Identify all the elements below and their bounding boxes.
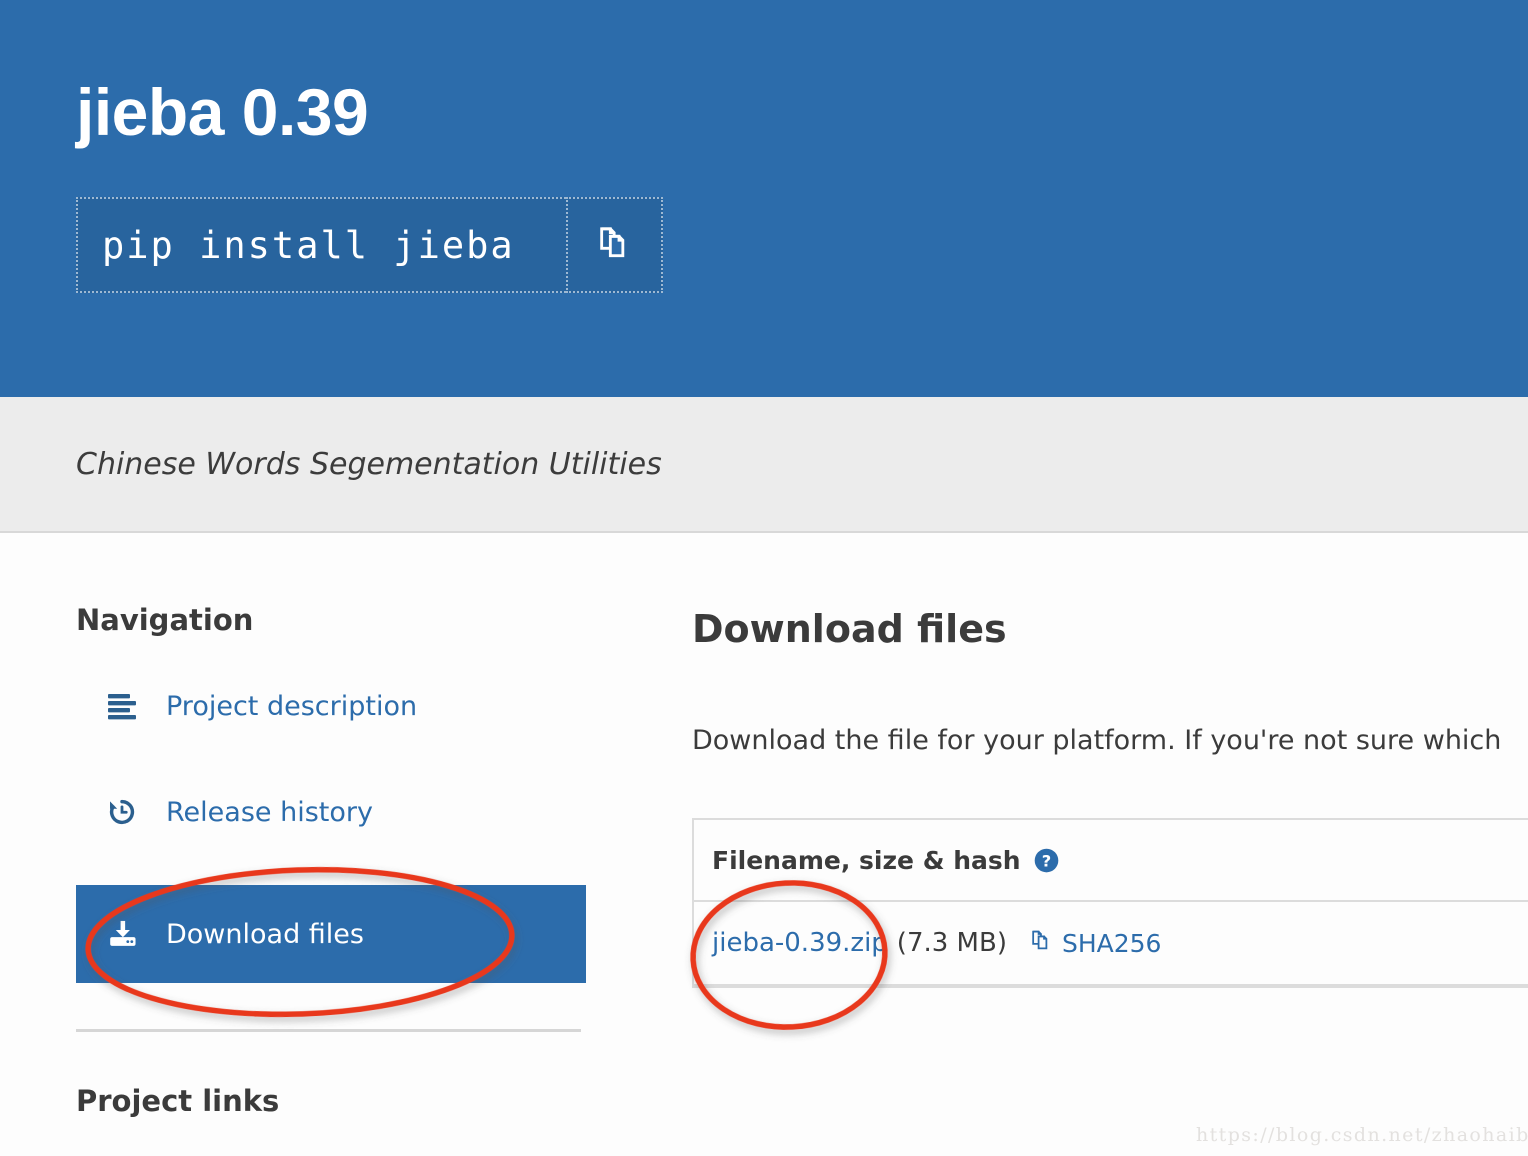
question-circle-icon[interactable]: ? xyxy=(1033,847,1060,874)
download-files-table: Filename, size & hash ? jieba-0.39.zip (… xyxy=(692,818,1528,988)
download-files-section: Download files Download the file for you… xyxy=(692,535,1528,988)
svg-text:?: ? xyxy=(1041,851,1050,870)
install-command-widget: pip install jieba xyxy=(76,197,663,293)
sidebar-item-download-files[interactable]: Download files xyxy=(76,885,586,983)
section-title: Download files xyxy=(692,607,1528,651)
text-lines-icon xyxy=(106,692,146,720)
copy-icon xyxy=(595,223,635,268)
project-summary-bar: Chinese Words Segementation Utilities xyxy=(0,397,1528,533)
sidebar-item-project-description[interactable]: Project description xyxy=(76,673,586,739)
navigation-heading: Navigation xyxy=(76,603,586,637)
file-download-link[interactable]: jieba-0.39.zip xyxy=(712,928,888,958)
page-title: jieba 0.39 xyxy=(76,76,368,149)
sidebar-item-release-history[interactable]: Release history xyxy=(76,779,586,845)
download-tray-icon xyxy=(106,918,146,950)
install-command-box: pip install jieba xyxy=(76,197,566,293)
sha256-label: SHA256 xyxy=(1062,929,1162,958)
sidebar: Navigation Project description xyxy=(76,535,586,1118)
navigation-list: Project description Release history xyxy=(76,673,586,983)
main-content-area: Navigation Project description xyxy=(0,535,1528,1156)
copy-install-command-button[interactable] xyxy=(566,197,663,293)
project-summary-text: Chinese Words Segementation Utilities xyxy=(76,447,662,482)
project-links-heading: Project links xyxy=(76,1084,586,1118)
install-command-text: pip install jieba xyxy=(102,224,515,267)
copy-sha256-button[interactable]: SHA256 xyxy=(1029,928,1162,958)
history-clock-icon xyxy=(106,796,146,828)
table-row: jieba-0.39.zip (7.3 MB) SHA256 xyxy=(694,902,1528,986)
section-description: Download the file for your platform. If … xyxy=(692,725,1528,756)
copy-icon xyxy=(1029,928,1054,958)
table-column-header: Filename, size & hash xyxy=(712,846,1021,875)
file-size-label: (7.3 MB) xyxy=(897,928,1007,958)
project-header-banner: jieba 0.39 pip install jieba xyxy=(0,0,1528,397)
sidebar-item-label: Download files xyxy=(166,919,364,950)
watermark-text: https://blog.csdn.net/zhaohaibo_ xyxy=(1196,1124,1528,1146)
sidebar-item-label: Project description xyxy=(166,691,417,722)
sidebar-divider xyxy=(76,1029,581,1032)
sidebar-item-label: Release history xyxy=(166,797,373,828)
table-header-row: Filename, size & hash ? xyxy=(694,820,1528,902)
